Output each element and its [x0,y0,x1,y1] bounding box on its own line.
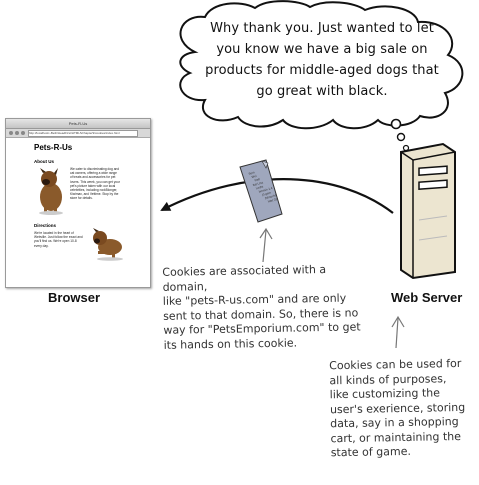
about-text: We cater to discriminating dog and cat o… [70,167,120,201]
browser-window: Pets-R-Us http://localhost/~Beth/HeadFir… [5,118,151,288]
cookie-note-pointer [262,229,267,263]
lying-dog-icon [93,228,123,261]
browser-url-field[interactable]: http://localhost/~Beth/HeadFirst/HTML5/c… [28,130,138,137]
directions-heading: Directions [34,223,57,228]
sitting-dog-icon [39,168,63,215]
about-heading: About Us [34,159,54,164]
page-heading: Pets-R-Us [34,143,73,152]
server-speech-text: Why thank you. Just wanted to let you kn… [205,21,439,99]
web-server-label: Web Server [391,290,463,305]
cookie-uses-note: Cookies can be used for all kinds of pur… [329,356,466,460]
browser-label: Browser [48,290,101,305]
server-note-pointer [395,317,399,349]
back-icon[interactable] [9,131,13,135]
cookie-domain-note: Cookies are associated with a domain, li… [162,262,361,352]
thought-dot-large [390,118,402,130]
browser-titlebar: Pets-R-Us [6,119,150,129]
forward-icon[interactable] [15,131,19,135]
reload-icon[interactable] [21,131,25,135]
browser-toolbar: http://localhost/~Beth/HeadFirst/HTML5/c… [6,129,150,138]
web-server-icon [400,142,456,280]
directions-text: We're located in the heart of Webville. … [34,231,83,248]
